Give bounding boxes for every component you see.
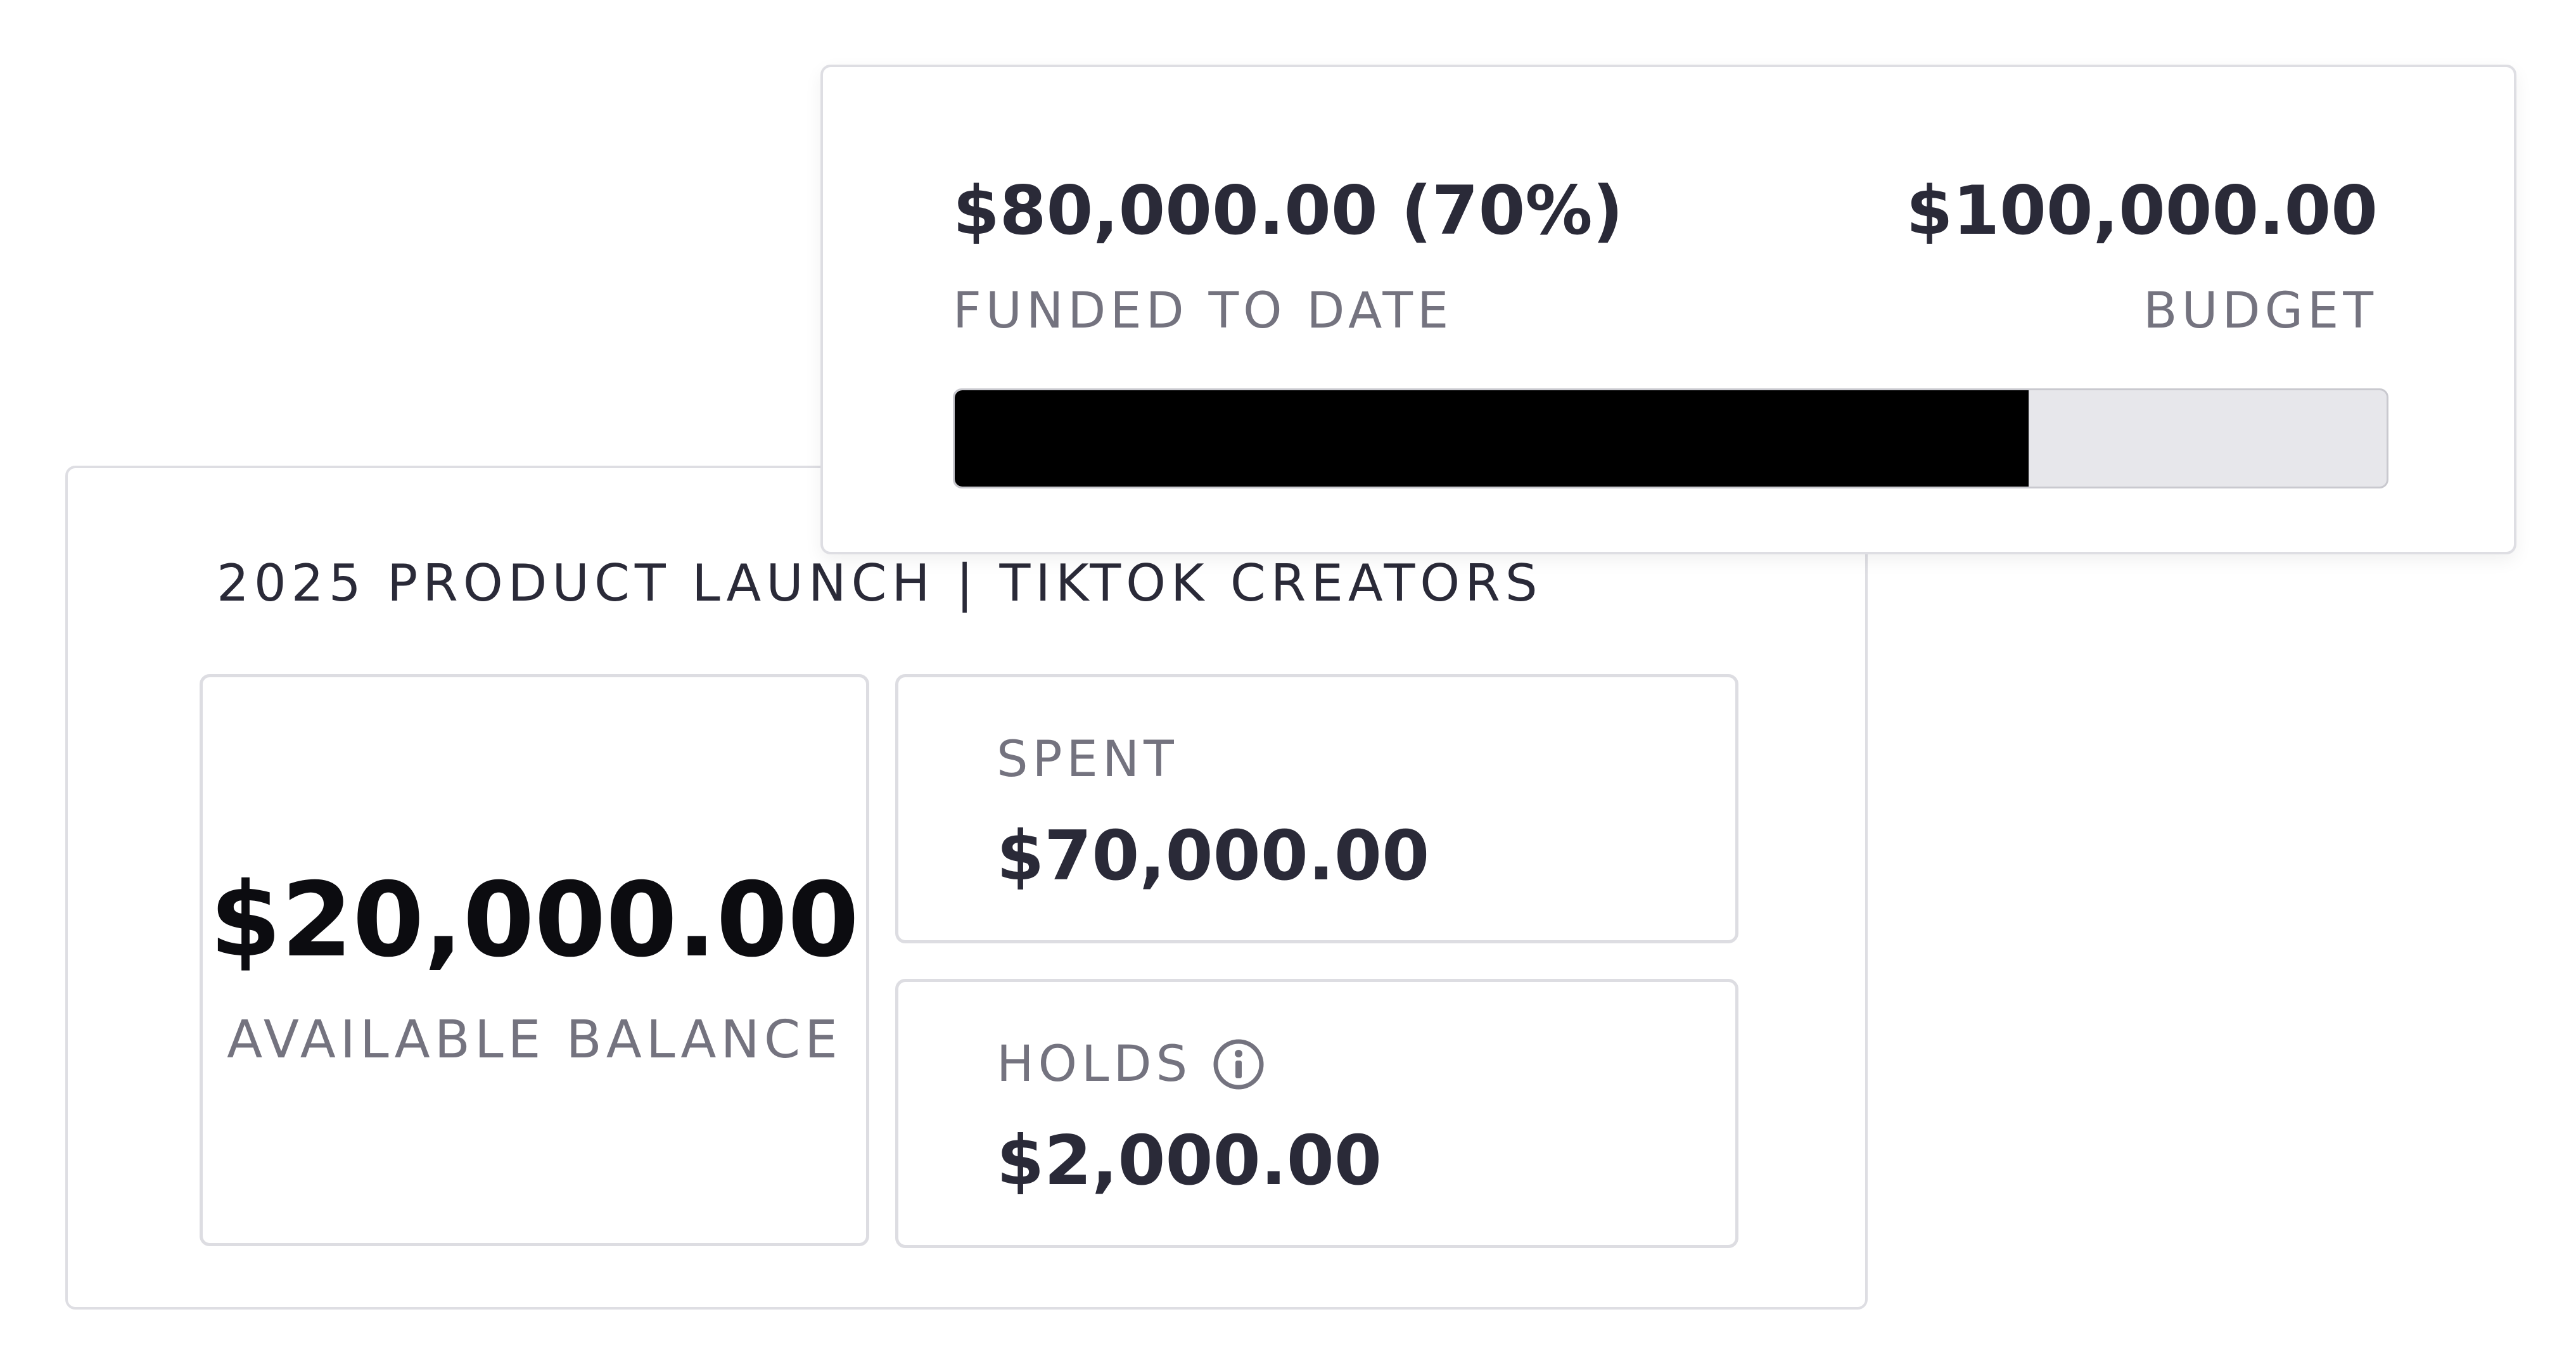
spent-amount: $70,000.00: [997, 817, 1430, 896]
spent-label-text: SPENT: [997, 731, 1178, 788]
spent-box: SPENT $70,000.00: [895, 674, 1738, 943]
holds-label-text: HOLDS: [997, 1036, 1192, 1093]
spent-label: SPENT: [997, 731, 1178, 788]
budget-label: BUDGET: [2143, 283, 2378, 340]
campaign-card: 2025 PRODUCT LAUNCH | TIKTOK CREATORS $2…: [65, 466, 1868, 1310]
available-balance-box: $20,000.00 AVAILABLE BALANCE: [200, 674, 869, 1246]
funding-progress-fill: [955, 390, 2029, 487]
holds-box: HOLDS $2,000.00: [895, 979, 1738, 1248]
holds-amount: $2,000.00: [997, 1121, 1382, 1201]
available-balance-amount: $20,000.00: [210, 861, 859, 980]
info-icon[interactable]: [1212, 1038, 1265, 1091]
available-balance-label: AVAILABLE BALANCE: [227, 1010, 842, 1070]
funded-to-date-amount: $80,000.00 (70%): [953, 172, 1624, 250]
funding-card: $80,000.00 (70%) $100,000.00 FUNDED TO D…: [820, 65, 2516, 554]
funding-progress-bar: [953, 388, 2388, 488]
budget-amount: $100,000.00: [1906, 172, 2378, 250]
funded-to-date-label: FUNDED TO DATE: [953, 283, 1453, 340]
holds-label: HOLDS: [997, 1036, 1265, 1093]
campaign-title: 2025 PRODUCT LAUNCH | TIKTOK CREATORS: [217, 554, 1543, 613]
